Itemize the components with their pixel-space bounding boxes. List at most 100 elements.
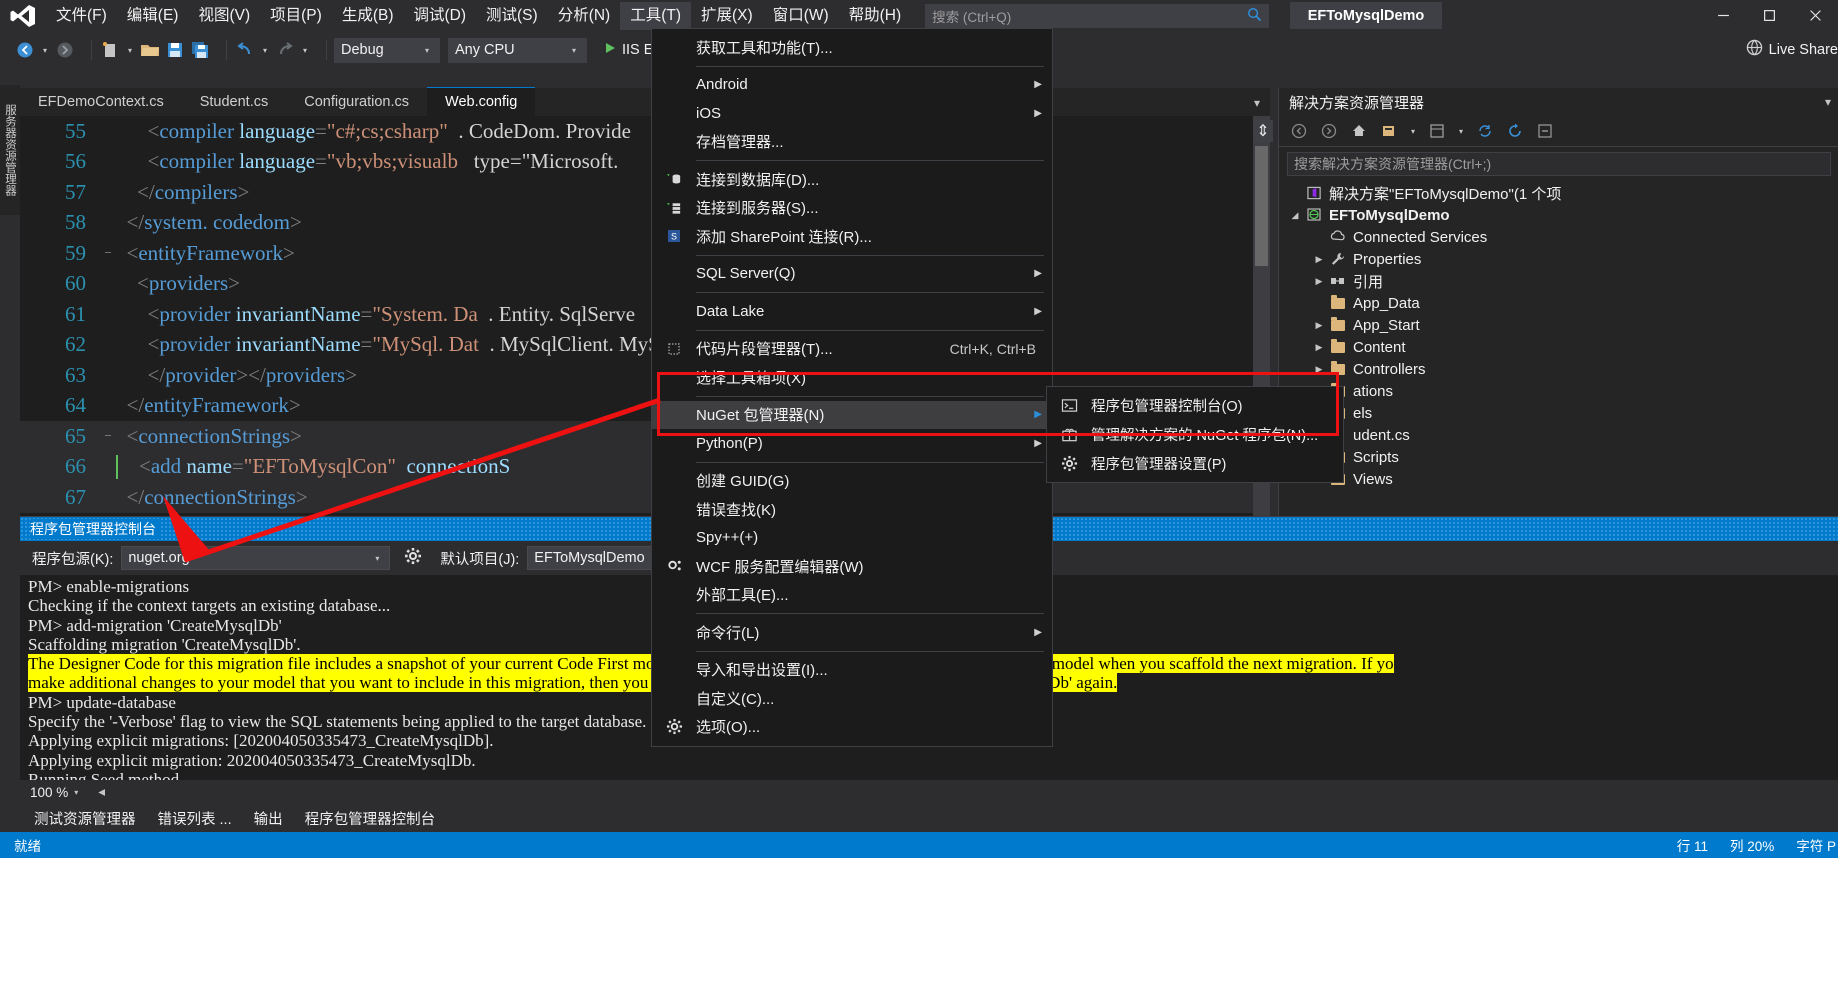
platform-select[interactable]: Any CPU ▾ [448, 37, 587, 63]
tools-menu-item-9[interactable]: 代码片段管理器(T)... Ctrl+K, Ctrl+B [652, 335, 1052, 364]
tools-menu-item-17[interactable]: 外部工具(E)... [652, 581, 1052, 610]
tools-menu-item-5[interactable]: 连接到服务器(S)... [652, 194, 1052, 223]
document-tab-0[interactable]: EFDemoContext.cs [20, 88, 182, 116]
gear-icon[interactable] [404, 547, 422, 570]
tools-menu-item-4[interactable]: 连接到数据库(D)... [652, 165, 1052, 194]
tools-menu-item-19[interactable]: 导入和导出设置(I)... [652, 656, 1052, 685]
menu-7[interactable]: 分析(N) [548, 2, 621, 30]
build-configuration-select[interactable]: Debug ▾ [334, 37, 440, 63]
tools-menu-item-11[interactable]: NuGet 包管理器(N) ▶ [652, 400, 1052, 429]
back-dropdown-caret-icon[interactable]: ▾ [39, 46, 51, 55]
chevron-down-icon[interactable]: ▾ [1825, 95, 1831, 109]
expander-icon[interactable]: ◢ [1287, 210, 1303, 221]
navigate-back-icon[interactable] [1287, 120, 1311, 142]
menu-2[interactable]: 视图(V) [188, 2, 260, 30]
scrollbar-thumb[interactable] [1255, 146, 1268, 266]
tools-menu-item-13[interactable]: 创建 GUID(G) [652, 467, 1052, 496]
main-menu-bar[interactable]: 文件(F) 编辑(E) 视图(V) 项目(P) 生成(B) 调试(D) 测试(S) 分析(N)… [46, 0, 911, 31]
solution-tree[interactable]: 解决方案"EFToMysqlDemo"(1 个项 ◢ EFToMysqlDemo Co… [1279, 180, 1838, 490]
tree-item[interactable]: C#udent.cs [1279, 424, 1838, 446]
close-icon[interactable] [1792, 0, 1838, 31]
pending-changes-icon[interactable] [1377, 120, 1401, 142]
tree-item[interactable]: ▶ 引用 [1279, 270, 1838, 292]
live-share-button[interactable]: Live Share [1746, 39, 1838, 60]
tree-item[interactable]: ▶Views [1279, 468, 1838, 490]
zoom-level[interactable]: 100 % [30, 785, 68, 800]
tool-window-tab-3[interactable]: 程序包管理器控制台 [305, 808, 436, 829]
tree-item[interactable]: els [1279, 402, 1838, 424]
split-view-icon[interactable]: ⇕ [1253, 120, 1273, 142]
chevron-down-icon[interactable]: ▾ [568, 46, 580, 55]
menu-3[interactable]: 项目(P) [260, 2, 332, 30]
expander-icon[interactable]: ▶ [1311, 254, 1327, 265]
chevron-down-icon[interactable]: ▾ [371, 554, 383, 563]
undo-icon[interactable] [234, 39, 256, 61]
save-icon[interactable] [164, 39, 186, 61]
chevron-left-icon[interactable]: ◂ [98, 784, 105, 800]
open-folder-icon[interactable] [139, 39, 161, 61]
nuget-submenu-item-0[interactable]: 程序包管理器控制台(O) [1047, 391, 1343, 420]
tools-menu-item-12[interactable]: Python(P) ▶ [652, 429, 1052, 458]
expander-icon[interactable]: ▶ [1311, 342, 1327, 353]
fold-toggle-icon[interactable]: − [100, 428, 116, 444]
chevron-down-icon[interactable]: ▾ [74, 788, 78, 797]
tree-item[interactable]: ▶ Content [1279, 336, 1838, 358]
redo-icon[interactable] [274, 39, 296, 61]
tools-menu-item-16[interactable]: WCF 服务配置编辑器(W) [652, 552, 1052, 581]
tree-item[interactable]: ▶ Properties [1279, 248, 1838, 270]
nuget-submenu-item-1[interactable]: 管理解决方案的 NuGet 程序包(N)... [1047, 420, 1343, 449]
tree-item[interactable]: App_Data [1279, 292, 1838, 314]
search-icon[interactable] [1247, 7, 1262, 25]
tools-menu-item-2[interactable]: iOS ▶ [652, 99, 1052, 128]
tools-menu-item-14[interactable]: 错误查找(K) [652, 495, 1052, 524]
tree-item[interactable]: 解决方案"EFToMysqlDemo"(1 个项 [1279, 182, 1838, 204]
tree-item[interactable]: ▶ Controllers [1279, 358, 1838, 380]
sync-icon[interactable] [1473, 120, 1497, 142]
tools-dropdown-menu[interactable]: 获取工具和功能(T)... Android ▶ iOS ▶ 存档管理器... 连接到数据库(… [651, 28, 1053, 747]
undo-caret-icon[interactable]: ▾ [259, 46, 271, 55]
expander-icon[interactable]: ▶ [1311, 364, 1327, 375]
document-tab-1[interactable]: Student.cs [181, 88, 287, 116]
maximize-icon[interactable] [1746, 0, 1792, 31]
document-tab-2[interactable]: Configuration.cs [286, 88, 428, 116]
properties-icon[interactable] [1425, 120, 1449, 142]
expander-icon[interactable]: ▶ [1311, 276, 1327, 287]
tool-window-tab-1[interactable]: 错误列表 ... [158, 808, 232, 829]
tools-menu-item-3[interactable]: 存档管理器... [652, 128, 1052, 157]
tools-menu-item-18[interactable]: 命令行(L) ▶ [652, 618, 1052, 647]
chevron-down-icon[interactable]: ▾ [1455, 127, 1467, 136]
tools-menu-item-0[interactable]: 获取工具和功能(T)... [652, 33, 1052, 62]
menu-10[interactable]: 窗口(W) [763, 2, 839, 30]
redo-caret-icon[interactable]: ▾ [299, 46, 311, 55]
server-explorer-tab[interactable]: 服务器资源管理器 [0, 85, 20, 215]
menu-4[interactable]: 生成(B) [332, 2, 404, 30]
navigate-forward-icon[interactable] [54, 39, 76, 61]
chevron-down-icon[interactable]: ▾ [421, 46, 433, 55]
tools-menu-item-1[interactable]: Android ▶ [652, 71, 1052, 100]
tool-window-tab-0[interactable]: 测试资源管理器 [34, 808, 136, 829]
tools-menu-item-10[interactable]: 选择工具箱项(X) [652, 363, 1052, 392]
tools-menu-item-7[interactable]: SQL Server(Q) ▶ [652, 260, 1052, 289]
tree-item[interactable]: ▶ App_Start [1279, 314, 1838, 336]
save-all-icon[interactable] [189, 39, 211, 61]
menu-5[interactable]: 调试(D) [403, 2, 476, 30]
menu-6[interactable]: 测试(S) [476, 2, 548, 30]
home-icon[interactable] [1347, 120, 1371, 142]
menu-11[interactable]: 帮助(H) [839, 2, 912, 30]
menu-0[interactable]: 文件(F) [46, 2, 117, 30]
tool-window-tab-2[interactable]: 输出 [254, 808, 283, 829]
tools-menu-item-21[interactable]: 选项(O)... [652, 713, 1052, 742]
refresh-icon[interactable] [1503, 120, 1527, 142]
chevron-down-icon[interactable]: ▾ [1407, 127, 1419, 136]
tree-item[interactable]: ◢ EFToMysqlDemo [1279, 204, 1838, 226]
quick-search-box[interactable]: 搜索 (Ctrl+Q) [925, 3, 1270, 28]
collapse-all-icon[interactable] [1533, 120, 1557, 142]
nuget-submenu-item-2[interactable]: 程序包管理器设置(P) [1047, 449, 1343, 478]
tree-item[interactable]: ▶Scripts [1279, 446, 1838, 468]
tools-menu-item-15[interactable]: Spy++(+) [652, 524, 1052, 553]
expander-icon[interactable]: ▶ [1311, 320, 1327, 331]
tools-menu-item-20[interactable]: 自定义(C)... [652, 684, 1052, 713]
new-item-icon[interactable] [99, 39, 121, 61]
menu-9[interactable]: 扩展(X) [691, 2, 763, 30]
solution-explorer-search-input[interactable]: 搜索解决方案资源管理器(Ctrl+;) [1287, 152, 1831, 176]
